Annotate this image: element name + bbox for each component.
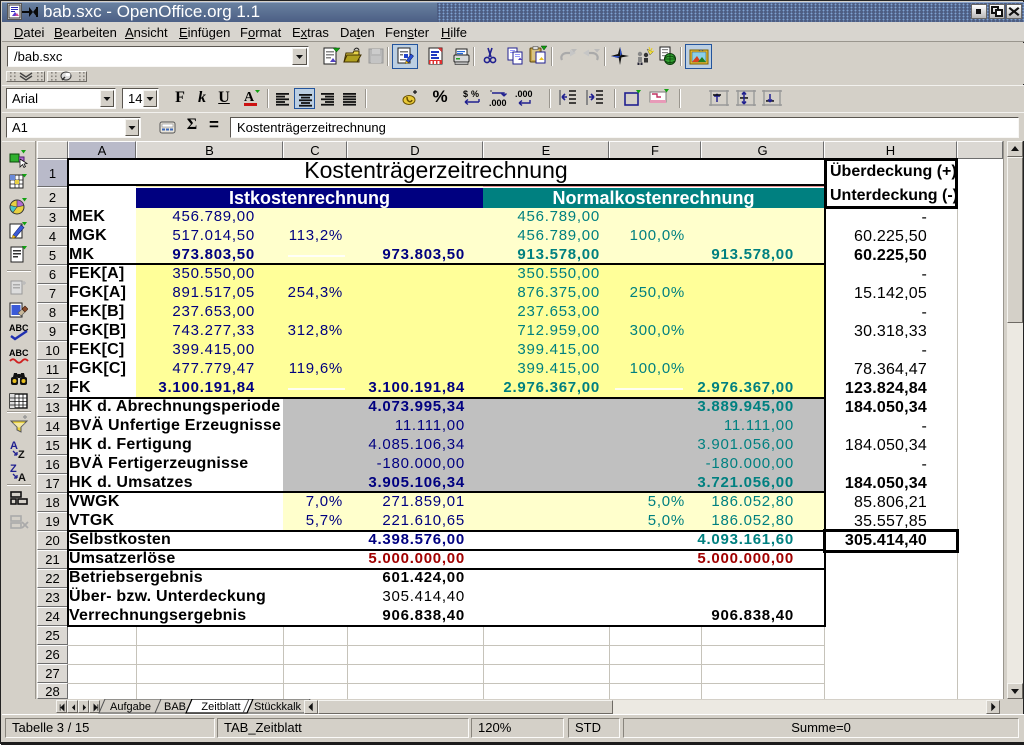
svg-text:.000: .000 [489, 98, 507, 108]
svg-text:Z: Z [18, 449, 25, 459]
svg-text:%: % [471, 89, 479, 99]
svg-text:Z: Z [10, 463, 17, 475]
svg-text:A: A [10, 440, 18, 452]
svg-text:A: A [18, 472, 26, 482]
svg-text:.000: .000 [515, 89, 533, 99]
svg-text:ABC: ABC [9, 348, 29, 358]
svg-text:A: A [244, 90, 255, 105]
svg-text:$: $ [463, 89, 468, 99]
